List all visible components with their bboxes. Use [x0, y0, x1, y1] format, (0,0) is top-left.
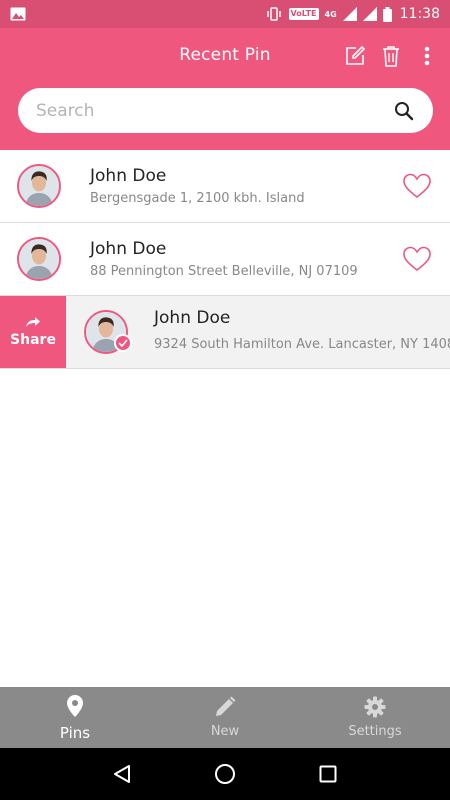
bottom-nav: Pins New Settings: [0, 687, 450, 748]
back-triangle-icon: [113, 765, 130, 783]
network-type: 4G: [324, 9, 337, 19]
pin-name: John Doe: [154, 308, 231, 328]
heart-icon[interactable]: [402, 245, 432, 273]
swiped-row-content: John Doe 9324 South Hamilton Ave. Lancas…: [66, 296, 450, 368]
search-bar: [18, 88, 433, 133]
list-item[interactable]: Share John Doe 9324 South Hamilton Ave. …: [0, 296, 450, 369]
pin-address: 9324 South Hamilton Ave. Lancaster, NY 1…: [154, 337, 450, 352]
pencil-icon: [216, 696, 236, 716]
delete-button[interactable]: [380, 44, 402, 68]
nav-item-settings[interactable]: Settings: [300, 687, 450, 748]
avatar: [17, 237, 61, 281]
search-icon[interactable]: [393, 100, 415, 122]
vibrate-icon: [266, 7, 281, 21]
header-actions: [344, 44, 438, 68]
image-icon: [10, 7, 26, 21]
edit-icon: [346, 45, 366, 65]
nav-label: Pins: [59, 723, 91, 742]
location-pin-icon: [67, 694, 83, 717]
recents-square-icon: [319, 765, 337, 783]
pin-name: John Doe: [90, 239, 167, 259]
pin-address: Bergensgade 1, 2100 kbh. Island: [90, 191, 305, 206]
check-icon: [118, 339, 128, 347]
nav-item-pins[interactable]: Pins: [0, 687, 150, 748]
edit-button[interactable]: [344, 44, 366, 68]
signal-icon: [342, 7, 357, 21]
status-bar: VoLTE 4G 11:38: [0, 0, 450, 28]
nav-label: Settings: [348, 724, 402, 739]
nav-item-new[interactable]: New: [150, 687, 300, 748]
home-button[interactable]: [213, 762, 237, 786]
system-nav-bar: [0, 748, 450, 800]
more-options-button[interactable]: [416, 44, 438, 68]
gear-icon: [364, 696, 386, 718]
avatar: [17, 164, 61, 208]
app-header: Recent Pin: [0, 28, 450, 150]
pin-name: John Doe: [90, 166, 167, 186]
signal-icon: [362, 7, 377, 21]
trash-icon: [383, 46, 399, 67]
search-input[interactable]: [36, 100, 393, 121]
share-label: Share: [10, 332, 56, 348]
list-item[interactable]: John Doe 88 Pennington Street Belleville…: [0, 223, 450, 296]
selected-badge: [114, 334, 132, 352]
battery-icon: [382, 6, 392, 22]
pin-list: John Doe Bergensgade 1, 2100 kbh. Island…: [0, 150, 450, 369]
nav-label: New: [210, 724, 240, 739]
heart-icon[interactable]: [402, 172, 432, 200]
share-button[interactable]: Share: [0, 296, 66, 368]
back-button[interactable]: [110, 762, 134, 786]
status-time: 11:38: [399, 6, 440, 22]
pin-address: 88 Pennington Street Belleville, NJ 0710…: [90, 264, 358, 279]
more-vert-icon: [424, 46, 430, 66]
recents-button[interactable]: [316, 762, 340, 786]
volte-badge: VoLTE: [288, 8, 319, 20]
share-icon: [26, 317, 40, 327]
home-circle-icon: [214, 764, 235, 784]
list-item[interactable]: John Doe Bergensgade 1, 2100 kbh. Island: [0, 150, 450, 223]
